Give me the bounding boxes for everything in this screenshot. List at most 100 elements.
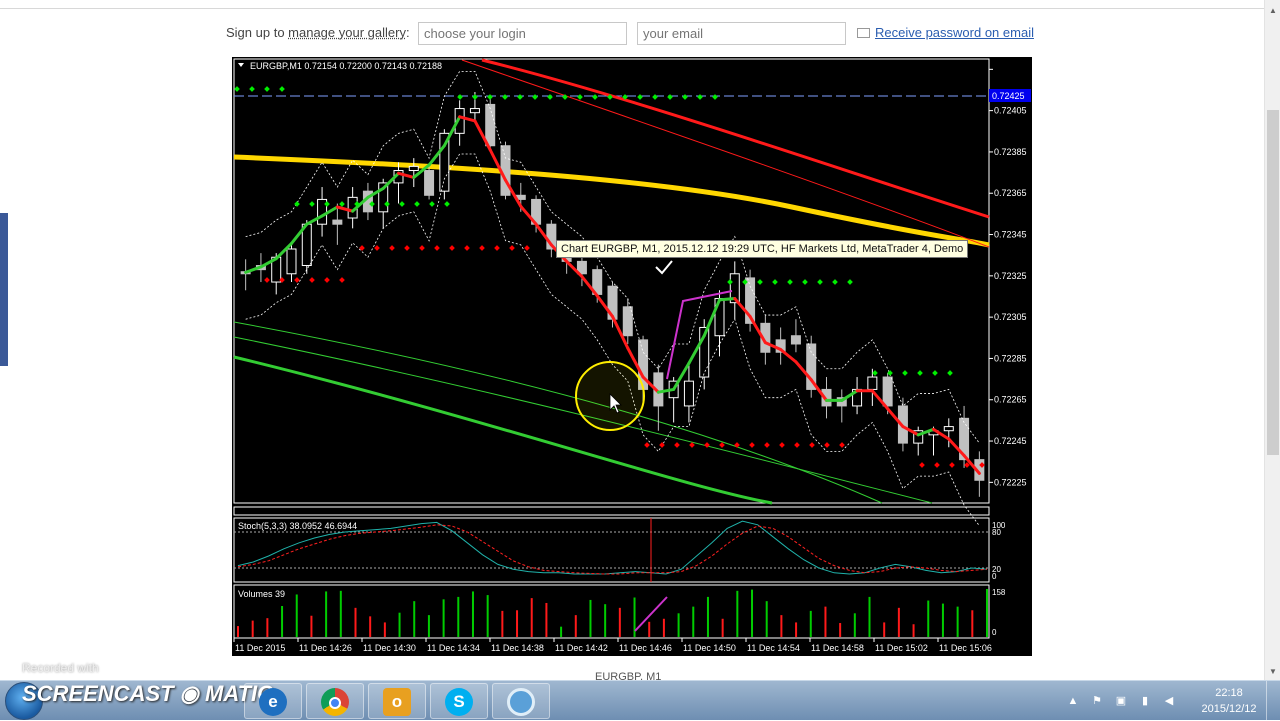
taskbar-app-ie[interactable]: e xyxy=(244,683,302,719)
taskbar-app-chrome[interactable] xyxy=(306,683,364,719)
red-dot xyxy=(949,462,955,468)
checkmark-icon xyxy=(655,260,673,275)
separator-frame xyxy=(233,506,990,516)
time-tick-label: 11 Dec 14:30 xyxy=(363,643,416,653)
price-tick-label: 0.72245 xyxy=(994,436,1027,446)
red-dot xyxy=(719,442,725,448)
ma-red-upper xyxy=(481,58,990,219)
red-dot xyxy=(479,245,485,251)
red-dot xyxy=(839,442,845,448)
taskbar-app-skype[interactable]: S xyxy=(430,683,488,719)
green-dot xyxy=(592,94,598,100)
red-dot xyxy=(734,442,740,448)
tray-expand-icon[interactable]: ▲ xyxy=(1066,694,1080,708)
red-dot xyxy=(919,462,925,468)
red-dot xyxy=(659,442,665,448)
price-tick-label: 0.72285 xyxy=(994,353,1027,363)
stoch-label: Stoch(5,3,3) 38.0952 46.6944 xyxy=(238,521,357,531)
red-dot xyxy=(704,442,710,448)
signal-line-segment xyxy=(718,297,737,302)
login-input[interactable] xyxy=(418,22,627,45)
price-tick-label: 0.72305 xyxy=(994,312,1027,322)
skype-icon: S xyxy=(445,688,473,716)
receive-password-link[interactable]: Receive password on email xyxy=(857,25,1034,40)
candle-body xyxy=(424,170,435,196)
chart-header-text: EURGBP,M1 0.72154 0.72200 0.72143 0.7218… xyxy=(250,61,442,71)
green-dot xyxy=(682,94,688,100)
taskbar-app-outlook[interactable]: o xyxy=(368,683,426,719)
green-dot xyxy=(414,201,420,207)
chrome-icon xyxy=(321,688,349,716)
green-dot xyxy=(294,201,300,207)
scrollbar-thumb[interactable] xyxy=(1267,110,1279,455)
red-dot xyxy=(294,277,300,283)
volume-annotation-line xyxy=(634,596,668,632)
green-dot xyxy=(757,279,763,285)
candle-body xyxy=(867,376,878,390)
red-dot xyxy=(934,462,940,468)
red-dot xyxy=(324,277,330,283)
stoch-tick-label: 80 xyxy=(992,528,1001,537)
price-tick-label: 0.72325 xyxy=(994,271,1027,281)
manage-gallery-link[interactable]: manage your gallery xyxy=(288,25,406,40)
green-dot xyxy=(932,370,938,376)
left-side-tab[interactable] xyxy=(0,213,8,366)
tray-network-icon[interactable]: ▮ xyxy=(1138,694,1152,708)
red-dot xyxy=(449,245,455,251)
time-tick-label: 11 Dec 2015 xyxy=(235,643,285,653)
scroll-up-icon[interactable]: ▲ xyxy=(1269,6,1277,15)
red-dot xyxy=(644,442,650,448)
red-dot xyxy=(464,245,470,251)
receive-password-label: Receive password on email xyxy=(875,25,1034,40)
green-dot xyxy=(502,94,508,100)
green-dot xyxy=(264,86,270,92)
header-triangle-icon xyxy=(238,63,244,67)
outlook-icon: o xyxy=(383,688,411,716)
green-dot xyxy=(637,94,643,100)
taskbar-app-recorder[interactable] xyxy=(492,683,550,719)
browser-top-border xyxy=(0,8,1264,9)
volume-panel-frame xyxy=(233,584,990,639)
green-dot xyxy=(667,94,673,100)
signup-prefix: Sign up to xyxy=(226,25,289,40)
red-dot xyxy=(374,245,380,251)
mail-icon xyxy=(857,28,870,38)
candle-body xyxy=(332,219,343,225)
green-dot xyxy=(429,201,435,207)
taskbar-clock[interactable]: 22:18 2015/12/12 xyxy=(1194,685,1264,717)
volumes-label: Volumes 39 xyxy=(238,589,285,599)
taskbar: SCREENCAST ◉ MATIC e o S ▲ ⚑ ▣ ▮ ◀ 22:18… xyxy=(0,680,1280,721)
red-dot xyxy=(674,442,680,448)
time-tick-label: 11 Dec 14:50 xyxy=(683,643,736,653)
red-dot xyxy=(434,245,440,251)
green-dot xyxy=(249,86,255,92)
green-dot xyxy=(309,201,315,207)
green-dot xyxy=(847,279,853,285)
time-tick-label: 11 Dec 14:34 xyxy=(427,643,480,653)
green-dot xyxy=(802,279,808,285)
recorded-with-label: Recorded with xyxy=(22,661,99,675)
price-tick-label: 0.72365 xyxy=(994,188,1027,198)
red-dot xyxy=(264,277,270,283)
email-input[interactable] xyxy=(637,22,846,45)
green-dot xyxy=(872,370,878,376)
page-scrollbar[interactable]: ▲ ▼ xyxy=(1264,0,1280,680)
tray-volume-icon[interactable]: ◀ xyxy=(1162,694,1176,708)
scroll-down-icon[interactable]: ▼ xyxy=(1269,667,1277,676)
candle-body xyxy=(286,248,297,275)
trading-chart[interactable]: EURGBP,M1 0.72154 0.72200 0.72143 0.7218… xyxy=(232,57,1032,656)
green-dot xyxy=(787,279,793,285)
green-dot xyxy=(399,201,405,207)
tray-device-icon[interactable]: ▣ xyxy=(1114,694,1128,708)
ma-green-thin xyxy=(233,336,933,504)
green-dot xyxy=(772,279,778,285)
green-dot xyxy=(279,86,285,92)
tray-flag-icon[interactable]: ⚑ xyxy=(1090,694,1104,708)
red-dot xyxy=(419,245,425,251)
price-tick-label: 0.72345 xyxy=(994,230,1027,240)
green-dot xyxy=(832,279,838,285)
show-desktop-button[interactable] xyxy=(1266,681,1280,721)
stoch-tick-label: 0 xyxy=(992,572,997,581)
green-dot xyxy=(444,201,450,207)
price-tick-label: 0.72385 xyxy=(994,147,1027,157)
